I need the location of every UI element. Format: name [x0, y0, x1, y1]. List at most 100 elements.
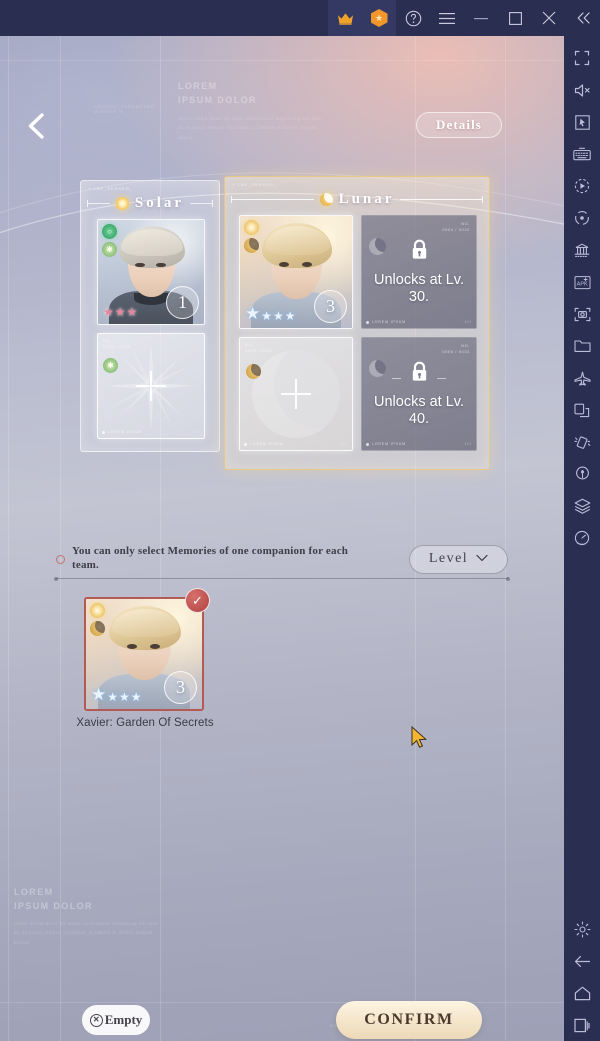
emulator-sidebar: APK [564, 36, 600, 1041]
star-icon: ★ [114, 305, 126, 319]
recents-nav-icon[interactable] [564, 1009, 600, 1041]
moon-icon [244, 238, 259, 253]
maximize-icon[interactable] [498, 0, 532, 36]
slot-slashes: /// [340, 442, 348, 446]
bg-gridline [0, 60, 564, 61]
memory-card-xavier[interactable]: ★ ★ ★ ★ 3 [84, 597, 204, 711]
star-icon: ★ [273, 309, 284, 323]
menu-icon[interactable] [430, 0, 464, 36]
notice-text: You can only select Memories of one comp… [72, 545, 349, 571]
slot-top-note: NO. 0002 / 0032 [103, 338, 131, 350]
lunar-slot-empty[interactable]: NO. 0005 / 0032 LOREM IPSUM /// [239, 337, 353, 451]
sync-icon[interactable] [564, 202, 600, 234]
bg-deco-footer: LOREM IPSUM DOLOR lorem ipsum dolor sit … [14, 886, 164, 947]
lock-text: Unlocks at Lv. 40. [374, 394, 464, 427]
solar-panel-title: Solar [134, 195, 185, 211]
dash-left [392, 377, 401, 379]
empty-button[interactable]: ✕ Empty [82, 1005, 150, 1035]
star-icon: ★ [103, 305, 114, 319]
card-badges [90, 603, 105, 636]
help-icon[interactable] [396, 0, 430, 36]
sun-icon [115, 197, 129, 210]
mute-icon[interactable] [564, 74, 600, 106]
airplane-icon[interactable] [564, 362, 600, 394]
star-icon: ★ [119, 690, 130, 704]
pointer-icon[interactable] [564, 106, 600, 138]
solar-slot-empty[interactable]: NO. 0002 / 0032 ✱ LOREM IPSUM /// [97, 333, 205, 439]
solar-slot-card[interactable]: ○ ✱ ★ ★ ★ 1 [97, 219, 205, 325]
slot-bottom-note: LOREM IPSUM [372, 442, 406, 446]
slot-bottom-bar: LOREM IPSUM /// [366, 320, 472, 324]
warning-dot-icon [56, 554, 65, 564]
dash-right [437, 377, 446, 379]
level-badge: 3 [164, 671, 197, 704]
confirm-button[interactable]: CONFIRM [336, 1001, 482, 1039]
bg-deco-subtitle: SPECIAL_PARAMETER MODULE % [94, 104, 155, 114]
keyboard-icon[interactable] [564, 138, 600, 170]
bg-gridline [8, 36, 9, 1041]
header-rule-left [231, 196, 314, 203]
moon-icon [319, 193, 333, 206]
slot-bottom-bar: LOREM IPSUM /// [244, 442, 348, 446]
multi-instance-icon[interactable] [564, 234, 600, 266]
star-icon: ★ [91, 685, 107, 704]
lunar-panel-tag: + LNK_SERVER_ [232, 182, 278, 187]
lock-row [362, 361, 476, 394]
lunar-slot-locked-40[interactable]: NO. 0006 / 0032 Unlocks at Lv. 40. LOREM… [361, 337, 477, 451]
location-icon[interactable] [564, 458, 600, 490]
section-divider [54, 576, 510, 581]
memory-card-label: Xavier: Garden Of Secrets [76, 717, 214, 729]
solar-panel: + LNK_SERVER_ Solar ○ ✱ ★ ★ ★ 1 NO. 0002… [80, 180, 220, 452]
collapse-icon[interactable] [566, 0, 600, 36]
game-screen: LOREM IPSUM DOLOR lorem ipsum dolor sit … [0, 36, 564, 1041]
slot-bottom-bar: LOREM IPSUM /// [102, 430, 200, 434]
header-rule-right [400, 196, 484, 203]
shield-badge-shape: ★ [370, 9, 388, 27]
gold-ring-icon [90, 603, 105, 618]
chevron-down-icon [476, 551, 488, 567]
layers-icon[interactable] [564, 490, 600, 522]
record-icon[interactable] [564, 170, 600, 202]
slot-top-note: NO. 0004 / 0032 [442, 221, 470, 233]
shake-icon[interactable] [564, 426, 600, 458]
slot-slashes: /// [464, 320, 472, 324]
copy-icon[interactable] [564, 394, 600, 426]
mouse-cursor [411, 725, 429, 750]
fullscreen-icon[interactable] [564, 42, 600, 74]
performance-icon[interactable] [564, 522, 600, 554]
back-button[interactable] [18, 106, 54, 146]
star-icon: ★ [107, 690, 119, 704]
slot-bottom-bar: LOREM IPSUM /// [366, 442, 472, 446]
level-filter-label: Level [428, 551, 469, 566]
close-icon[interactable] [532, 0, 566, 36]
lunar-slot-card[interactable]: ★ ★ ★ ★ 3 [239, 215, 353, 329]
minimize-icon[interactable] [464, 0, 498, 36]
memory-selected-check-icon[interactable]: ✓ [185, 588, 210, 613]
solar-panel-title-group: Solar [115, 195, 185, 212]
back-nav-icon[interactable] [564, 945, 600, 977]
moon-badge-icon [246, 364, 261, 379]
settings-icon[interactable] [564, 913, 600, 945]
slot-top-note: NO. 0005 / 0032 [245, 342, 273, 354]
details-button[interactable]: Details [416, 112, 502, 138]
slot-slashes: /// [192, 430, 200, 434]
bg-deco-footer-title: LOREM IPSUM DOLOR [14, 887, 93, 911]
header-rule-left [87, 200, 110, 207]
lock-text: Unlocks at Lv. 30. [374, 272, 464, 305]
crown-icon[interactable] [328, 0, 362, 36]
lunar-slot-locked-30[interactable]: NO. 0004 / 0032 Unlocks at Lv. 30. LOREM… [361, 215, 477, 329]
moon-icon [90, 621, 105, 636]
home-nav-icon[interactable] [564, 977, 600, 1009]
svg-text:APK: APK [576, 281, 587, 287]
lock-icon [410, 361, 429, 388]
add-memory-plus-icon [136, 371, 166, 401]
shield-badge-icon[interactable]: ★ [362, 0, 396, 36]
install-apk-icon[interactable]: APK [564, 266, 600, 298]
level-filter-dropdown[interactable]: Level [409, 544, 508, 574]
bg-gridline [505, 36, 506, 1041]
folder-icon[interactable] [564, 330, 600, 362]
screenshot-icon[interactable] [564, 298, 600, 330]
card-stars: ★ ★ ★ [103, 306, 137, 318]
card-badges: ○ ✱ [102, 224, 117, 257]
card-stars: ★ ★ ★ ★ [245, 305, 296, 322]
